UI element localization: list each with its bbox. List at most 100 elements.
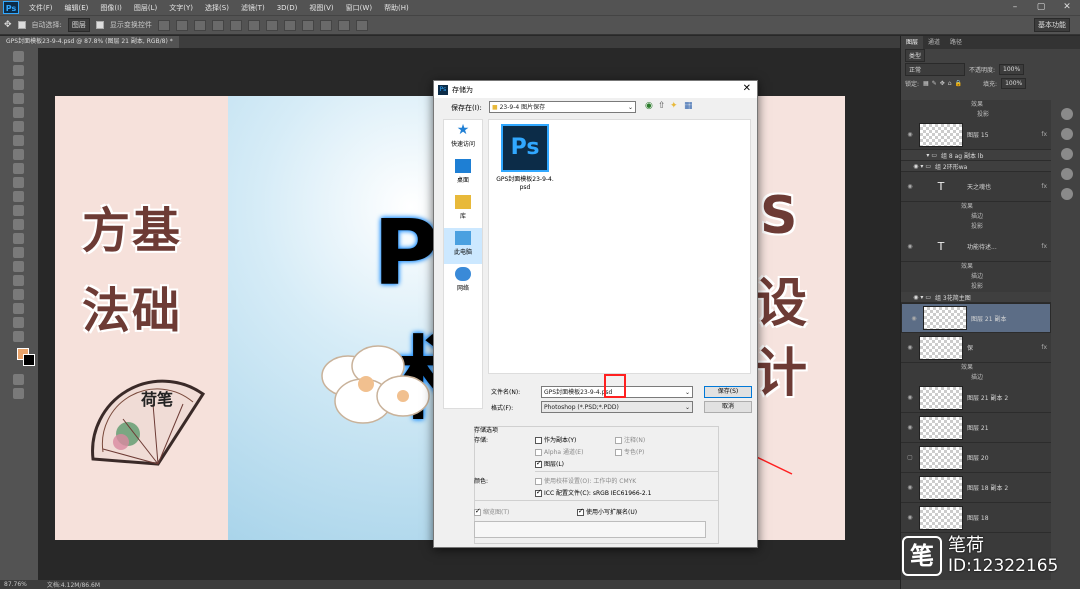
paragraph-icon[interactable]	[1060, 148, 1073, 160]
icc-option[interactable]: ICC 配置文件(C): sRGB IEC61966-2.1	[535, 488, 651, 497]
menu-layer[interactable]: 图层(L)	[128, 3, 163, 13]
menu-view[interactable]: 视图(V)	[303, 3, 339, 13]
tab-layers[interactable]: 图层	[901, 36, 924, 49]
distribute-top-icon[interactable]	[265, 19, 278, 31]
thumbnail-option[interactable]: 缩览图(T)	[474, 507, 509, 516]
quick-mask-icon[interactable]	[13, 374, 24, 385]
effect-row[interactable]: 效果	[901, 100, 1051, 110]
gradient-tool-icon[interactable]	[13, 205, 24, 216]
proof-checkbox[interactable]	[535, 478, 542, 485]
effect-row[interactable]: 投影	[901, 282, 1051, 292]
history-icon[interactable]	[1060, 188, 1073, 200]
menu-help[interactable]: 帮助(H)	[378, 3, 415, 13]
menu-file[interactable]: 文件(F)	[23, 3, 59, 13]
layer-row[interactable]: ◉ 保 fx	[901, 333, 1051, 363]
eye-icon[interactable]: ◉	[901, 394, 919, 401]
as-copy-checkbox[interactable]	[535, 437, 542, 444]
alpha-checkbox[interactable]	[535, 449, 542, 456]
show-transform-checkbox[interactable]	[95, 21, 104, 29]
layer-row[interactable]: ◉ 图层 21	[901, 413, 1051, 443]
up-folder-icon[interactable]: ⇧	[658, 101, 666, 111]
close-icon[interactable]: ✕	[1054, 0, 1080, 15]
fx-icon[interactable]: fx	[1041, 131, 1047, 138]
properties-icon[interactable]	[1060, 168, 1073, 180]
tab-channels[interactable]: 通道	[923, 36, 945, 49]
spot-checkbox[interactable]	[615, 449, 622, 456]
crop-tool-icon[interactable]	[13, 107, 24, 118]
align-left-icon[interactable]	[211, 19, 224, 31]
eraser-tool-icon[interactable]	[13, 191, 24, 202]
opacity-field[interactable]: 100%	[999, 63, 1025, 75]
document-tab[interactable]: GPS封面模板23-9-4.psd @ 87.8% (图层 21 副本, RGB…	[0, 36, 179, 48]
layer-row[interactable]: ◉ 图层 15 fx	[901, 120, 1051, 150]
new-folder-icon[interactable]: ✦	[670, 101, 678, 111]
place-this-pc[interactable]: 此电脑	[444, 228, 482, 264]
save-button[interactable]: 保存(S)	[704, 386, 752, 398]
back-icon[interactable]: ◉	[645, 101, 653, 111]
blend-mode-dropdown[interactable]: 正常	[905, 62, 965, 76]
move-tool-icon[interactable]	[13, 51, 24, 62]
align-middle-icon[interactable]	[175, 19, 188, 31]
layers-checkbox[interactable]	[535, 459, 542, 468]
maximize-icon[interactable]: ▢	[1028, 0, 1054, 15]
layer-group-row[interactable]: ◉ ▾ ▭ 组 2环形wa	[901, 161, 1051, 172]
quick-select-tool-icon[interactable]	[13, 93, 24, 104]
lowercase-checkbox[interactable]	[577, 507, 584, 516]
alpha-option[interactable]: Alpha 通道(E)	[535, 447, 583, 456]
screen-mode-icon[interactable]	[13, 388, 24, 399]
eye-icon[interactable]: ◉	[901, 484, 919, 491]
distribute-left-icon[interactable]	[319, 19, 332, 31]
layer-group-row[interactable]: ◉ ▾ ▭ 组 3花简主图	[901, 292, 1051, 303]
eyedropper-tool-icon[interactable]	[13, 121, 24, 132]
align-top-icon[interactable]	[157, 19, 170, 31]
brush-tool-icon[interactable]	[13, 149, 24, 160]
thumbnail-checkbox[interactable]	[474, 507, 481, 516]
effect-row[interactable]: 描边	[901, 373, 1051, 383]
icc-checkbox[interactable]	[535, 488, 542, 497]
place-desktop[interactable]: 桌面	[444, 156, 482, 192]
place-network[interactable]: 网络	[444, 264, 482, 300]
effect-row[interactable]: 效果	[901, 262, 1051, 272]
layers-option[interactable]: 图层(L)	[535, 459, 564, 468]
menu-3d[interactable]: 3D(D)	[271, 4, 304, 12]
spot-option[interactable]: 专色(P)	[615, 447, 644, 456]
distribute-right-icon[interactable]	[355, 19, 368, 31]
workspace-dropdown[interactable]: 基本功能	[1034, 18, 1070, 32]
eye-icon[interactable]: ◉	[901, 344, 919, 351]
shape-tool-icon[interactable]	[13, 289, 24, 300]
dodge-tool-icon[interactable]	[13, 233, 24, 244]
effect-row[interactable]: 投影	[901, 222, 1051, 232]
place-library[interactable]: 库	[444, 192, 482, 228]
menu-window[interactable]: 窗口(W)	[340, 3, 378, 13]
align-bottom-icon[interactable]	[193, 19, 206, 31]
layer-group-row[interactable]: ▾ ▭ 组 8 ag 副本 lb	[901, 150, 1051, 161]
edit-toolbar-icon[interactable]	[13, 331, 24, 342]
effect-row[interactable]: 描边	[901, 212, 1051, 222]
close-icon[interactable]: ✕	[743, 83, 751, 94]
effect-row[interactable]: 描边	[901, 272, 1051, 282]
cancel-button[interactable]: 取消	[704, 401, 752, 413]
layer-row[interactable]: ◉ 图层 21 副本 2	[901, 383, 1051, 413]
hand-tool-icon[interactable]	[13, 303, 24, 314]
menu-image[interactable]: 图像(I)	[94, 3, 128, 13]
eye-icon[interactable]: ◉	[905, 315, 923, 322]
layer-row[interactable]: ◉ 图层 18 副本 2	[901, 473, 1051, 503]
eye-icon[interactable]: ▢	[901, 454, 919, 461]
fx-icon[interactable]: fx	[1041, 344, 1047, 351]
menu-type[interactable]: 文字(Y)	[163, 3, 199, 13]
eye-icon[interactable]: ◉	[901, 243, 919, 250]
auto-select-checkbox[interactable]	[17, 21, 26, 29]
marquee-tool-icon[interactable]	[13, 65, 24, 76]
fx-icon[interactable]: fx	[1041, 243, 1047, 250]
zoom-tool-icon[interactable]	[13, 317, 24, 328]
minimize-icon[interactable]: –	[1002, 0, 1028, 15]
pen-tool-icon[interactable]	[13, 247, 24, 258]
eye-icon[interactable]: ◉	[901, 424, 919, 431]
layer-row[interactable]: ▢ 图层 20	[901, 443, 1051, 473]
file-item[interactable]: Ps GPS封面模板23-9-4.psd	[495, 124, 555, 192]
layer-kind-dropdown[interactable]: 类型	[905, 48, 926, 62]
menu-select[interactable]: 选择(S)	[199, 3, 235, 13]
notes-option[interactable]: 注释(N)	[615, 435, 645, 444]
blur-tool-icon[interactable]	[13, 219, 24, 230]
background-color-swatch[interactable]	[23, 354, 35, 366]
